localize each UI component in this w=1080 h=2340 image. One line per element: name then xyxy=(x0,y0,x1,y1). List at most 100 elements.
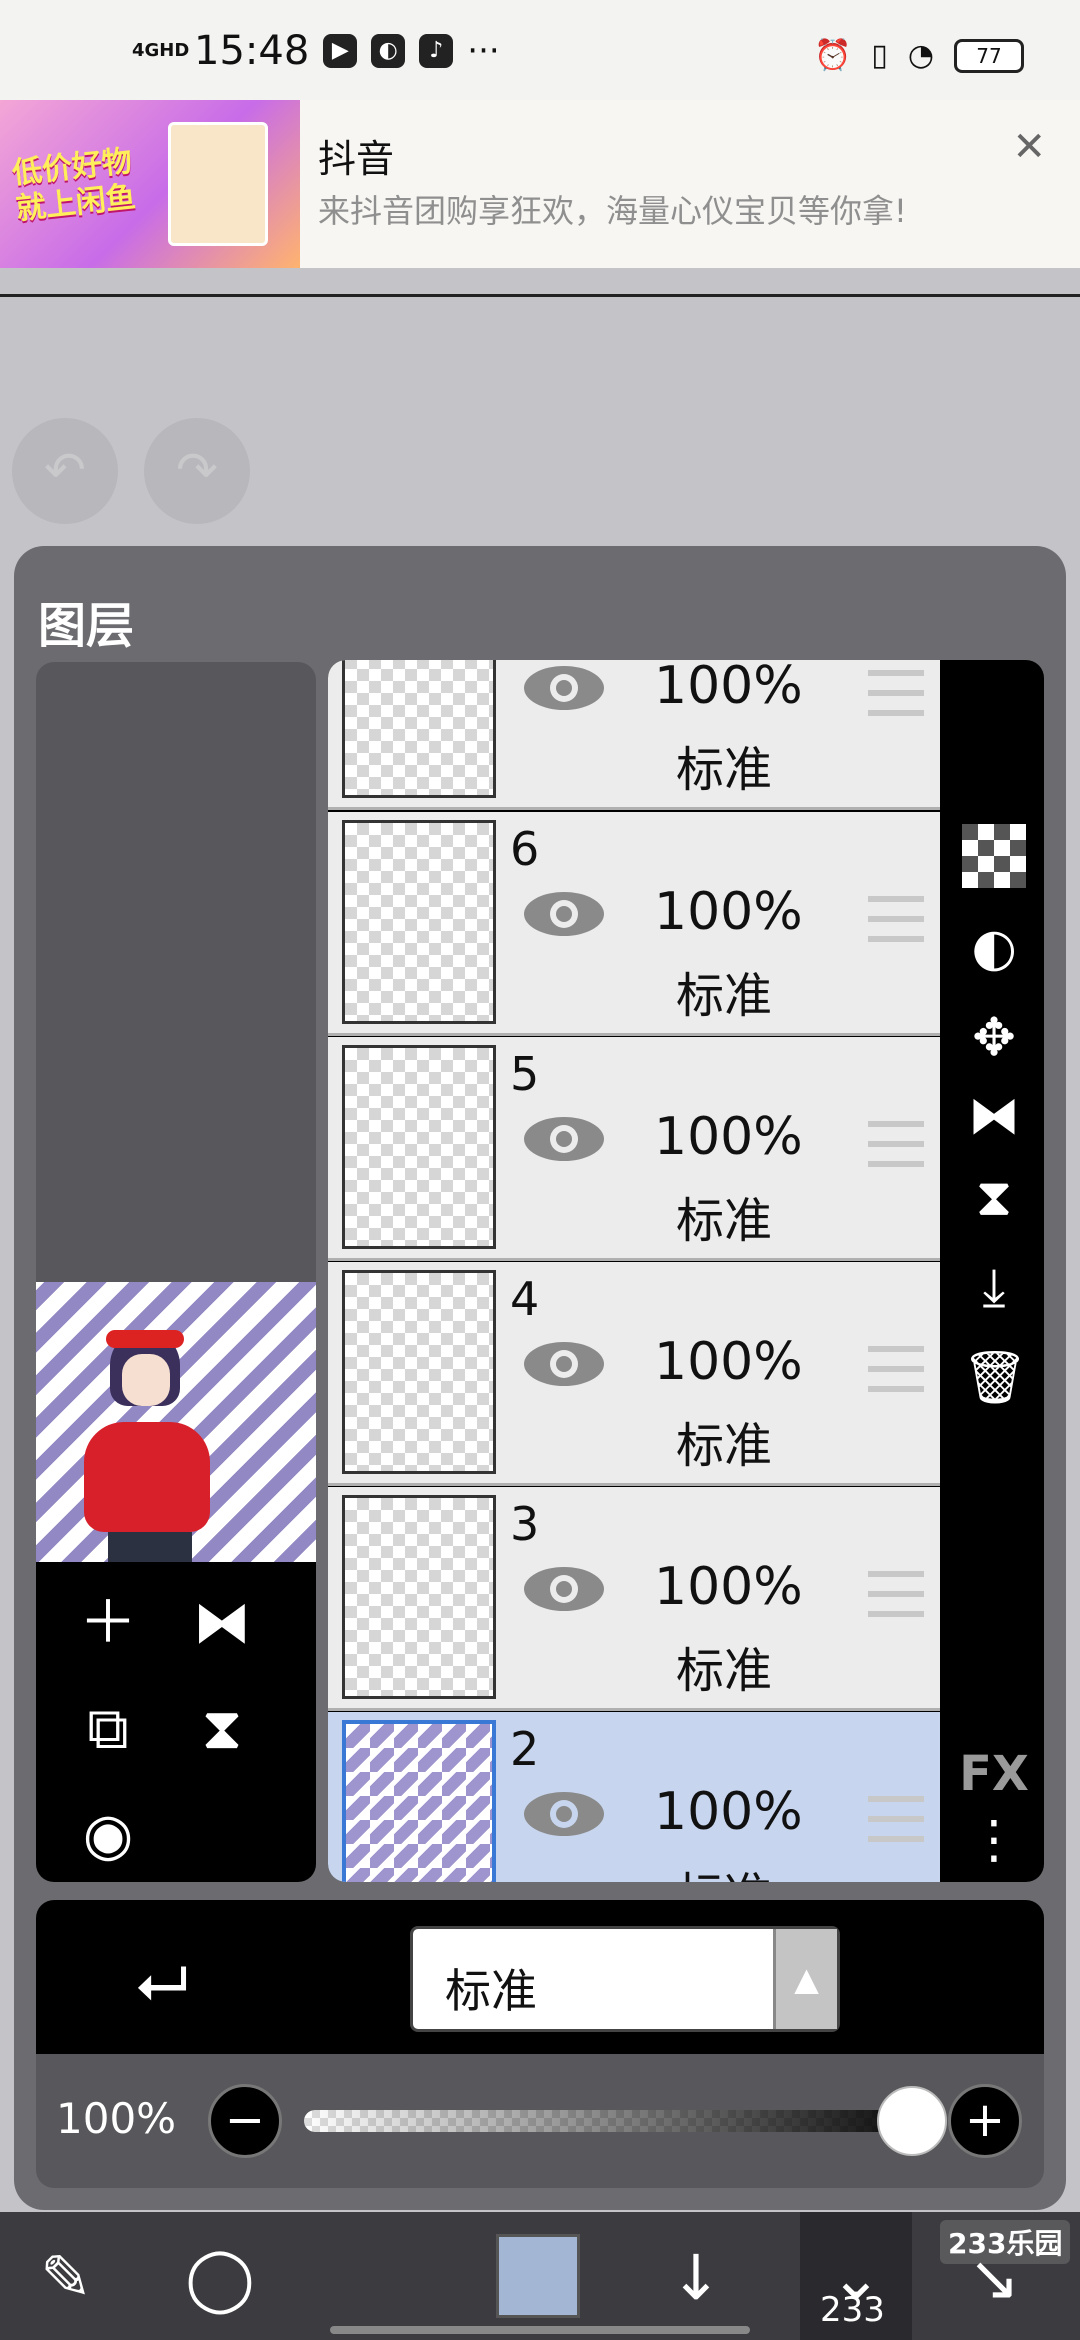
flip-horizontal-icon[interactable]: ⧓ xyxy=(962,1084,1026,1148)
clock: 15:48 xyxy=(194,28,310,74)
tiktok-icon: ♪ xyxy=(419,34,454,68)
eye-icon[interactable] xyxy=(524,1788,604,1838)
layer-row[interactable]: 100% 标准 xyxy=(328,660,940,810)
layer-row[interactable]: 6 100% 标准 xyxy=(328,812,940,1036)
layer-panel: 图层 ＋ ⧓ ⧉ ⧗ ◉ 100% 标准 6 100% 标准 5 100% 标准… xyxy=(14,546,1066,2210)
layer-name: 5 xyxy=(510,1047,540,1101)
current-color-swatch[interactable] xyxy=(496,2234,580,2318)
canvas-preview-image[interactable] xyxy=(36,1282,316,1562)
layer-row-selected[interactable]: 2 100% 标准 xyxy=(328,1712,940,1882)
layer-blend-mode: 标准 xyxy=(676,742,773,798)
down-arrow-button[interactable]: ↓ xyxy=(648,2230,744,2326)
plus-icon: ＋ xyxy=(78,1588,137,1656)
layer-thumbnail xyxy=(342,1270,496,1474)
merge-down-icon[interactable]: ⤓ xyxy=(962,1256,1026,1320)
brush-eraser-swap-button[interactable]: ✎ xyxy=(18,2230,114,2326)
drag-handle-icon[interactable] xyxy=(868,1346,924,1392)
camera-button[interactable]: ◉ xyxy=(68,1794,148,1874)
promo-text: 低价好物 就上闲鱼 xyxy=(10,143,138,228)
wifi-icon: ◔ xyxy=(907,38,934,73)
plus-icon: + xyxy=(964,2092,1006,2148)
add-layer-button[interactable]: ＋ xyxy=(68,1582,148,1662)
layer-name: 4 xyxy=(510,1272,540,1326)
camera-icon: ◉ xyxy=(82,1800,134,1868)
arrow-down-icon: ↓ xyxy=(670,2241,722,2314)
layer-opacity: 100% xyxy=(654,1782,803,1842)
status-bar: 4GHD 15:48 ▶ ◐ ♪ ··· ⏰ ▯ ◔ 77 xyxy=(0,0,1080,100)
opacity-control: 100% − + xyxy=(36,2054,1044,2188)
duplicate-layer-button[interactable]: ⧉ xyxy=(68,1688,148,1768)
blend-mode-value: 标准 xyxy=(445,1964,537,2018)
triangle-up-icon[interactable]: ▲ xyxy=(773,1929,837,2029)
watermark-logo: 233乐园 xyxy=(940,2220,1071,2264)
layer-row[interactable]: 3 100% 标准 xyxy=(328,1487,940,1711)
layer-opacity: 100% xyxy=(654,660,803,716)
opacity-increase-button[interactable]: + xyxy=(948,2084,1022,2158)
drag-handle-icon[interactable] xyxy=(868,1571,924,1617)
layer-opacity: 100% xyxy=(654,1332,803,1392)
redo-button[interactable]: ↷ xyxy=(144,418,250,524)
layer-blend-mode: 标准 xyxy=(676,968,773,1024)
layer-opacity: 100% xyxy=(654,1107,803,1167)
layer-thumbnail xyxy=(342,820,496,1024)
character-sweater xyxy=(84,1422,210,1532)
layer-tools-box: ＋ ⧓ ⧉ ⧗ ◉ xyxy=(36,1562,316,1882)
undo-icon: ↶ xyxy=(44,441,86,499)
opacity-decrease-button[interactable]: − xyxy=(208,2084,282,2158)
drag-handle-icon[interactable] xyxy=(868,1121,924,1167)
drag-handle-icon[interactable] xyxy=(868,670,924,716)
layer-row[interactable]: 4 100% 标准 xyxy=(328,1262,940,1486)
clipping-icon[interactable]: ◐ xyxy=(962,916,1026,980)
eye-icon[interactable] xyxy=(524,1338,604,1388)
drag-handle-icon[interactable] xyxy=(868,896,924,942)
layer-opacity: 100% xyxy=(654,1557,803,1617)
divider xyxy=(0,294,1080,297)
promo-card-image xyxy=(168,122,268,246)
lasso-button[interactable]: ◯ xyxy=(172,2230,268,2326)
eye-icon[interactable] xyxy=(524,888,604,938)
undo-button[interactable]: ↶ xyxy=(12,418,118,524)
flip-horizontal-button[interactable]: ⧓ xyxy=(182,1582,262,1662)
character-pants xyxy=(108,1532,192,1562)
layer-thumbnail xyxy=(342,1720,496,1882)
network-indicator: 4GHD xyxy=(132,40,190,61)
redo-icon: ↷ xyxy=(176,441,218,499)
panel-title: 图层 xyxy=(38,598,135,654)
move-icon[interactable]: ✥ xyxy=(962,1006,1026,1070)
layer-options-bar: ⮠ α 标准 ▲ xyxy=(36,1900,1044,2054)
layer-list[interactable]: 100% 标准 6 100% 标准 5 100% 标准 4 100% 标准 3 … xyxy=(328,660,940,1882)
home-indicator[interactable] xyxy=(330,2326,750,2334)
flip-horizontal-icon: ⧓ xyxy=(193,1588,251,1656)
transparency-checker-icon[interactable] xyxy=(962,824,1026,888)
layer-blend-mode: 标准 xyxy=(676,1856,772,1882)
trash-icon[interactable]: 🗑 xyxy=(962,1346,1028,1410)
flip-vertical-icon[interactable]: ⧗ xyxy=(962,1166,1026,1230)
video-app-icon: ▶ xyxy=(323,34,358,68)
notification-title: 抖音 xyxy=(318,137,395,181)
flip-vertical-button[interactable]: ⧗ xyxy=(182,1688,262,1768)
app-notification-icon: ◐ xyxy=(371,34,406,68)
eye-icon[interactable] xyxy=(524,662,604,712)
eye-icon[interactable] xyxy=(524,1563,604,1613)
more-options-icon[interactable]: ⋮ xyxy=(962,1808,1026,1872)
drag-handle-icon[interactable] xyxy=(868,1796,924,1842)
layer-row[interactable]: 5 100% 标准 xyxy=(328,1037,940,1261)
eye-icon[interactable] xyxy=(524,1113,604,1163)
fx-button[interactable]: FX xyxy=(954,1746,1034,1802)
layer-blend-mode: 标准 xyxy=(676,1193,773,1249)
opacity-slider-handle[interactable] xyxy=(877,2086,947,2156)
layer-name: 2 xyxy=(510,1722,540,1776)
clip-merge-icon[interactable]: ⮠ xyxy=(136,1944,189,2023)
alarm-icon: ⏰ xyxy=(813,38,852,73)
character-face xyxy=(122,1354,170,1406)
layer-thumbnail xyxy=(342,1495,496,1699)
layer-name: 3 xyxy=(510,1497,540,1551)
close-icon[interactable]: ✕ xyxy=(1012,124,1046,170)
lasso-icon: ◯ xyxy=(185,2241,255,2314)
layer-blend-mode: 标准 xyxy=(676,1643,773,1699)
opacity-label: 100% xyxy=(56,2094,177,2143)
flip-vertical-icon: ⧗ xyxy=(201,1694,243,1762)
notification-banner[interactable]: 低价好物 就上闲鱼 抖音 来抖音团购享狂欢，海量心仪宝贝等你拿! ✕ xyxy=(0,100,1080,268)
blend-mode-select[interactable]: 标准 ▲ xyxy=(410,1926,840,2032)
opacity-slider[interactable] xyxy=(304,2110,944,2132)
